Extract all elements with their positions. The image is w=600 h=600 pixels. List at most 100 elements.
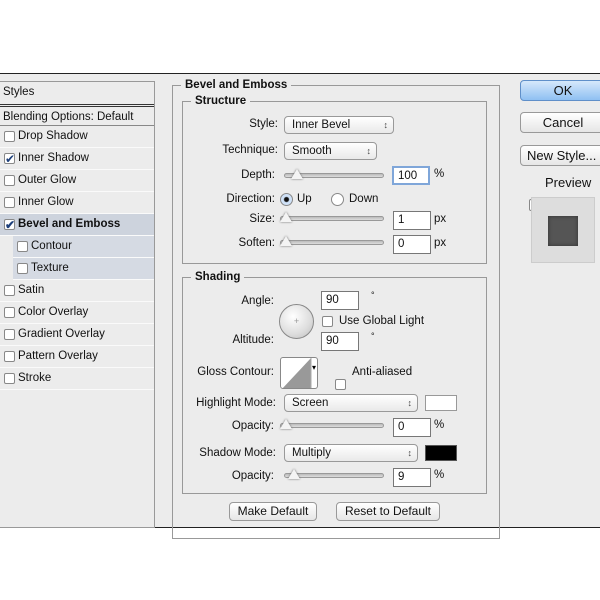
style-item-label: Inner Shadow [18, 152, 89, 164]
gloss-contour-picker[interactable]: ▾ [280, 357, 318, 389]
anti-aliased-label: Anti-aliased [352, 366, 413, 378]
depth-label: Depth: [241, 169, 275, 181]
style-checkbox[interactable] [17, 263, 28, 274]
shadow-opacity-slider[interactable] [284, 469, 384, 479]
style-checkbox[interactable] [4, 149, 15, 170]
gloss-contour-label: Gloss Contour: [197, 366, 274, 378]
blending-options-item[interactable]: Blending Options: Default [0, 104, 154, 126]
style-item-inner-shadow[interactable]: Inner Shadow [0, 148, 154, 170]
global-light-checkbox[interactable] [322, 316, 333, 327]
shadow-opacity-thumb[interactable] [288, 469, 300, 479]
make-default-button[interactable]: Make Default [229, 502, 317, 521]
size-slider-thumb[interactable] [280, 212, 292, 222]
angle-label: Angle: [241, 295, 274, 307]
styles-header[interactable]: Styles [0, 82, 154, 104]
style-checkbox[interactable] [4, 329, 15, 340]
shadow-color-swatch[interactable] [425, 445, 457, 461]
style-checkbox[interactable] [4, 215, 15, 236]
style-item-label: Bevel and Emboss [18, 218, 121, 230]
shadow-opacity-label: Opacity: [231, 470, 274, 482]
soften-input[interactable]: 0 [393, 235, 431, 254]
style-checkbox[interactable] [4, 351, 15, 362]
direction-down-radio[interactable] [331, 193, 344, 206]
style-item-label: Pattern Overlay [18, 350, 98, 362]
direction-up-radio[interactable] [280, 193, 293, 206]
highlight-opacity-input[interactable]: 0 [393, 418, 431, 437]
style-item-label: Gradient Overlay [18, 328, 105, 340]
style-checkbox[interactable] [4, 373, 15, 384]
layer-style-dialog: Styles Blending Options: Default Drop Sh… [0, 73, 600, 539]
highlight-color-swatch[interactable] [425, 395, 457, 411]
size-slider[interactable] [280, 212, 384, 222]
cancel-button[interactable]: Cancel [520, 112, 600, 133]
style-item-label: Contour [31, 240, 72, 252]
style-item-stroke[interactable]: Stroke [0, 368, 154, 390]
reset-default-button[interactable]: Reset to Default [336, 502, 440, 521]
svg-text:▾: ▾ [312, 363, 316, 372]
styles-list: Styles Blending Options: Default Drop Sh… [0, 81, 155, 528]
highlight-opacity-unit: % [434, 419, 445, 431]
style-checkbox[interactable] [4, 175, 15, 186]
highlight-opacity-thumb[interactable] [280, 419, 292, 429]
style-item-texture[interactable]: Texture [13, 258, 154, 280]
angle-degree: ° [371, 290, 375, 300]
style-item-gradient-overlay[interactable]: Gradient Overlay [0, 324, 154, 346]
style-item-label: Inner Glow [18, 196, 74, 208]
new-style-button[interactable]: New Style... [520, 145, 600, 166]
size-input[interactable]: 1 [393, 211, 431, 230]
highlight-opacity-slider[interactable] [280, 419, 384, 429]
style-item-label: Stroke [18, 372, 52, 384]
style-item-label: Texture [31, 262, 69, 274]
preview-swatch [548, 216, 578, 246]
soften-slider-thumb[interactable] [280, 236, 292, 246]
depth-slider[interactable] [284, 169, 384, 179]
style-item-bevel-and-emboss[interactable]: Bevel and Emboss [0, 214, 154, 236]
global-light-label: Use Global Light [339, 315, 425, 327]
altitude-label: Altitude: [232, 334, 274, 346]
depth-slider-thumb[interactable] [291, 169, 303, 179]
style-item-label: Color Overlay [18, 306, 89, 318]
style-item-inner-glow[interactable]: Inner Glow [0, 192, 154, 214]
style-item-color-overlay[interactable]: Color Overlay [0, 302, 154, 324]
style-checkbox[interactable] [4, 285, 15, 296]
soften-slider[interactable] [280, 236, 384, 246]
style-item-contour[interactable]: Contour [13, 236, 154, 258]
contour-linear-icon: ▾ [282, 358, 316, 388]
style-checkbox[interactable] [17, 241, 28, 252]
altitude-degree: ° [371, 331, 375, 341]
shadow-opacity-input[interactable]: 9 [393, 468, 431, 487]
style-label: Style: [249, 118, 278, 130]
soften-label: Soften: [238, 237, 275, 249]
structure-title: Structure [195, 95, 247, 107]
highlight-mode-select[interactable]: Screen [284, 394, 418, 412]
highlight-opacity-label: Opacity: [231, 420, 274, 432]
ok-button[interactable]: OK [520, 80, 600, 101]
style-item-satin[interactable]: Satin [0, 280, 154, 302]
bevel-emboss-title: Bevel and Emboss [185, 79, 288, 91]
preview-label: Preview [545, 175, 592, 190]
direction-label: Direction: [226, 193, 275, 205]
anti-aliased-checkbox[interactable] [335, 379, 346, 390]
style-checkbox[interactable] [4, 307, 15, 318]
preview-thumbnail [531, 197, 595, 263]
style-item-label: Satin [18, 284, 45, 296]
soften-unit: px [434, 237, 447, 249]
shadow-mode-label: Shadow Mode: [199, 447, 276, 459]
shadow-mode-select[interactable]: Multiply [284, 444, 418, 462]
style-select[interactable]: Inner Bevel [284, 116, 394, 134]
style-checkbox[interactable] [4, 131, 15, 142]
technique-select[interactable]: Smooth [284, 142, 377, 160]
size-label: Size: [249, 213, 275, 225]
depth-input[interactable]: 100 [392, 166, 430, 185]
style-item-drop-shadow[interactable]: Drop Shadow [0, 126, 154, 148]
style-item-label: Drop Shadow [18, 130, 88, 142]
style-item-pattern-overlay[interactable]: Pattern Overlay [0, 346, 154, 368]
size-unit: px [434, 213, 447, 225]
angle-dial[interactable]: + [279, 304, 314, 339]
altitude-input[interactable]: 90 [321, 332, 359, 351]
shading-title: Shading [195, 271, 241, 283]
angle-input[interactable]: 90 [321, 291, 359, 310]
style-checkbox[interactable] [4, 197, 15, 208]
style-item-outer-glow[interactable]: Outer Glow [0, 170, 154, 192]
technique-label: Technique: [222, 144, 278, 156]
